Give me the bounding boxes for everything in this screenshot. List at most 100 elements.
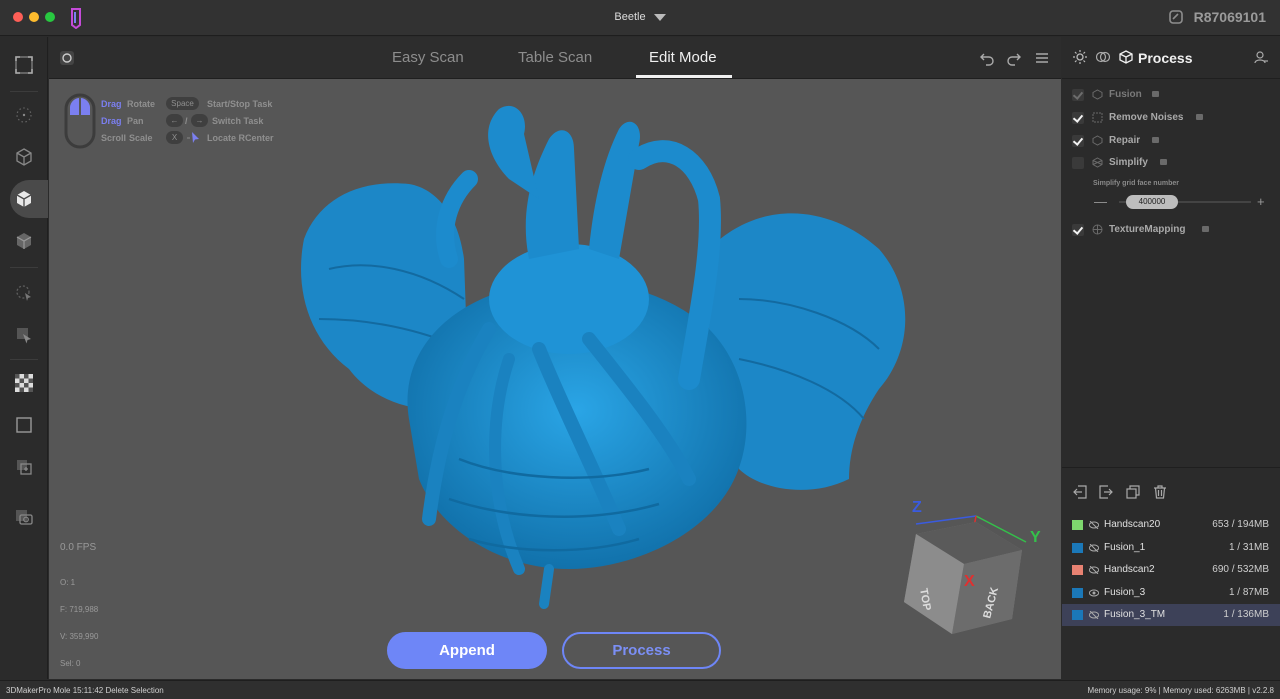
repair-checkbox[interactable] [1072,135,1084,147]
gizmo-axis-z: Z [912,499,922,516]
item-color-swatch[interactable] [1072,565,1083,575]
eye-hidden-icon[interactable] [1089,521,1099,529]
user-settings-icon[interactable] [1254,50,1268,64]
undo-icon[interactable] [979,50,995,66]
checker-button[interactable] [0,363,48,403]
export-icon[interactable] [1099,485,1113,499]
comment-icon[interactable] [1152,137,1159,143]
remove-noises-icon [1092,112,1103,123]
solid-cube-icon [16,191,32,207]
left-arrow-key: ← [166,114,183,127]
import-icon[interactable] [1073,485,1087,499]
item-color-swatch[interactable] [1072,520,1083,530]
item-color-swatch[interactable] [1072,588,1083,598]
redo-icon[interactable] [1006,50,1022,66]
divider [10,267,38,268]
title-bar: Beetle R87069101 [0,0,1280,36]
process-step-remove-noises[interactable]: Remove Noises [1072,109,1272,127]
selection-count: Sel: 0 [60,659,81,668]
remove-noises-checkbox[interactable] [1072,112,1084,124]
item-name: Handscan2 [1104,564,1155,575]
fusion-checkbox[interactable] [1072,89,1084,101]
wireframe-cube-icon [16,148,32,166]
comment-icon[interactable] [1196,114,1203,120]
list-item-fusion-3-tm[interactable]: Fusion_3_TM 1 / 136MB [1062,604,1280,626]
item-color-swatch[interactable] [1072,543,1083,553]
status-message: 3DMakerPro Mole 15:11:42 Delete Selectio… [6,686,164,695]
lasso-cursor-icon [16,285,31,301]
beetle-3d-model[interactable] [289,99,929,619]
hint-start-stop: Start/Stop Task [207,99,273,109]
square-icon [16,417,32,433]
comment-icon[interactable] [1202,226,1209,232]
layers-icon[interactable] [1096,50,1110,64]
slider-increase-button[interactable]: + [1257,194,1265,209]
item-color-swatch[interactable] [1072,610,1083,620]
texture-mapping-checkbox[interactable] [1072,224,1084,236]
solid-view-button[interactable] [0,179,48,219]
comment-icon[interactable] [1160,159,1167,165]
process-step-texture-mapping[interactable]: TextureMapping [1072,221,1272,239]
list-item-handscan2[interactable]: Handscan2 690 / 532MB [1062,559,1280,581]
texture-view-button[interactable] [0,221,48,261]
remove-noises-label: Remove Noises [1109,112,1184,123]
snapshot-button[interactable] [0,497,48,537]
rect-select-button[interactable] [0,315,48,355]
device-id: R87069101 [1193,9,1266,25]
item-name: Fusion_1 [1104,542,1146,553]
space-key: Space [166,97,199,110]
process-step-repair[interactable]: Repair [1072,132,1272,150]
eye-icon[interactable] [1089,589,1099,597]
key-separator: / [185,116,188,126]
copy-icon[interactable] [1126,485,1140,499]
eye-hidden-icon[interactable] [1089,611,1099,619]
link-icon[interactable] [59,50,75,66]
process-button[interactable]: Process [562,632,721,669]
duplicate-button[interactable] [0,447,48,487]
point-cloud-button[interactable] [0,95,48,135]
right-panel: Process Fusion Remove Noises Repair Simp… [1062,37,1280,679]
point-cloud-icon [16,107,32,123]
list-item-handscan20[interactable]: Handscan20 653 / 194MB [1062,514,1280,536]
eye-hidden-icon[interactable] [1089,566,1099,574]
checkerboard-icon [15,374,33,392]
process-step-simplify[interactable]: Simplify [1072,154,1272,172]
simplify-checkbox[interactable] [1072,157,1084,169]
device-icon [1169,10,1183,24]
texture-mapping-icon [1092,224,1103,235]
cube-icon [1119,50,1133,64]
simplify-slider-thumb[interactable]: 400000 [1126,195,1178,209]
list-item-fusion-1[interactable]: Fusion_1 1 / 31MB [1062,537,1280,559]
hint-pan: Pan [127,116,144,126]
view-cube-gizmo[interactable]: Z Y X TOP BACK [894,494,1044,654]
fps-readout: 0.0 FPS [60,542,97,553]
slider-decrease-button[interactable]: — [1094,194,1107,209]
lasso-select-button[interactable] [0,273,48,313]
sun-icon[interactable] [1073,50,1087,64]
gizmo-axis-x: X [964,573,975,590]
mode-tab-bar: Easy Scan Table Scan Edit Mode [49,37,1061,79]
document-title-dropdown[interactable]: Beetle [0,11,1280,23]
tab-edit-mode[interactable]: Edit Mode [649,49,717,66]
mesh-view-button[interactable] [0,137,48,177]
memory-usage: Memory usage: 9% | Memory used: 6263MB |… [1087,686,1274,695]
append-button[interactable]: Append [387,632,547,669]
x-key: X [166,131,183,144]
bounding-box-button[interactable] [0,405,48,445]
duplicate-icon [17,460,32,475]
menu-icon[interactable] [1034,50,1050,66]
list-item-fusion-3[interactable]: Fusion_3 1 / 87MB [1062,582,1280,604]
tab-table-scan[interactable]: Table Scan [518,49,592,66]
frame-icon [15,56,33,74]
comment-icon[interactable] [1152,91,1159,97]
eye-hidden-icon[interactable] [1089,544,1099,552]
cursor-icon [187,132,199,143]
hint-drag-left: Drag [101,99,122,109]
3d-viewport[interactable]: Drag Rotate Drag Pan Scroll Scale Space … [49,79,1061,679]
fullscreen-button[interactable] [0,45,48,85]
process-step-fusion[interactable]: Fusion [1072,86,1272,104]
tab-easy-scan[interactable]: Easy Scan [392,49,464,66]
item-name: Fusion_3 [1104,587,1146,598]
repair-label: Repair [1109,135,1141,146]
trash-icon[interactable] [1153,485,1167,499]
